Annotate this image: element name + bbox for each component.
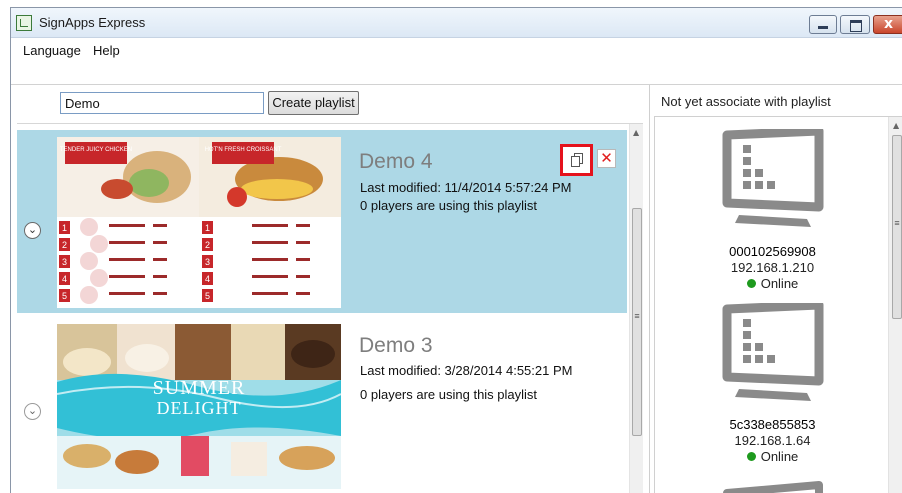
close-icon: x <box>884 16 894 32</box>
menu-text-line <box>131 258 145 261</box>
menu-bar: Language Help <box>11 38 902 63</box>
playlist-player-count: 0 players are using this playlist <box>360 198 538 213</box>
menu-number: 2 <box>62 240 67 250</box>
menu-text-line <box>153 241 167 244</box>
playlist-thumbnail: TENDER JUICY CHICKEN HOT'N FRESH CROISSA… <box>57 137 341 308</box>
scroll-up-arrow-icon[interactable]: ▲ <box>633 128 639 137</box>
player-status: Online <box>655 449 890 464</box>
menu-text-line <box>131 275 145 278</box>
menu-decoration <box>80 252 98 270</box>
menu-text-line <box>296 275 310 278</box>
menu-number: 5 <box>62 291 67 301</box>
monitor-icon <box>723 481 823 493</box>
playlist-last-modified: Last modified: 11/4/2014 5:57:24 PM <box>360 180 572 195</box>
menu-text-line <box>296 258 310 261</box>
delete-playlist-button[interactable]: ✕ <box>597 149 616 168</box>
thumb-title-line1: SUMMER <box>153 377 246 399</box>
menu-number: 4 <box>205 274 210 284</box>
playlist-name: Demo 4 <box>359 150 433 173</box>
menu-decoration <box>90 269 108 287</box>
menu-text-line <box>131 224 145 227</box>
scrollbar-thumb[interactable]: ≡ <box>632 208 642 436</box>
menu-number: 5 <box>205 291 210 301</box>
grip-icon: ≡ <box>634 311 640 321</box>
menu-text-line <box>274 275 288 278</box>
menu-divider <box>11 84 902 85</box>
scroll-up-arrow-icon[interactable]: ▲ <box>893 121 899 130</box>
menu-text-line <box>274 224 288 227</box>
thumb-tag-right: HOT'N FRESH CROISSANT <box>205 147 282 153</box>
player-status: Online <box>655 276 890 291</box>
playlist-player-count: 0 players are using this playlist <box>360 387 538 402</box>
menu-text-line <box>131 292 145 295</box>
menu-text-line <box>153 275 167 278</box>
playlist-name: Demo 3 <box>359 334 433 357</box>
playlist-scrollbar[interactable]: ▲ ≡ <box>629 124 643 493</box>
create-playlist-button[interactable]: Create playlist <box>268 91 359 115</box>
menu-language[interactable]: Language <box>23 43 81 58</box>
menu-number: 1 <box>205 223 210 233</box>
playlist-name-input[interactable] <box>60 92 264 114</box>
menu-text-line <box>296 292 310 295</box>
thumb-tag-left: TENDER JUICY CHICKEN <box>60 147 132 153</box>
scrollbar-thumb[interactable]: ≡ <box>892 135 902 319</box>
playlist-list: ⌄ TENDER JUICY CHICKEN HOT'N FRESH CROIS… <box>17 123 643 493</box>
window-title: SignApps Express <box>39 15 146 30</box>
menu-board-thumbnail-image: TENDER JUICY CHICKEN HOT'N FRESH CROISSA… <box>57 137 341 308</box>
unassigned-players-list: 000102569908 192.168.1.210 Online 5c338e… <box>654 116 902 493</box>
panel-divider <box>649 85 650 493</box>
menu-text-line <box>131 241 145 244</box>
app-logo-icon <box>16 15 32 31</box>
copy-icon <box>571 153 583 167</box>
menu-text-line <box>296 224 310 227</box>
menu-help[interactable]: Help <box>93 43 120 58</box>
menu-text-line <box>153 292 167 295</box>
menu-decoration <box>80 286 98 304</box>
player-ip: 192.168.1.64 <box>734 433 811 448</box>
player-status-text: Online <box>760 449 799 464</box>
chevron-down-icon[interactable]: ⌄ <box>24 222 41 239</box>
playlist-last-modified: Last modified: 3/28/2014 4:55:21 PM <box>360 363 573 378</box>
playlist-row-demo-3[interactable]: ⌄ SUMMER DELIGHT Demo 3 Last modified: 3… <box>17 317 627 493</box>
summer-delight-thumbnail-image: SUMMER DELIGHT <box>57 324 341 489</box>
menu-decoration <box>90 235 108 253</box>
menu-decoration <box>80 218 98 236</box>
thumb-title-line2: DELIGHT <box>157 398 242 418</box>
menu-number: 4 <box>62 274 67 284</box>
player-ip: 192.168.1.210 <box>730 260 815 275</box>
online-status-icon <box>746 279 756 288</box>
monitor-icon <box>722 129 824 227</box>
player-id: 5c338e855853 <box>729 417 816 432</box>
player-id: 000102569908 <box>729 244 816 259</box>
maximize-button[interactable] <box>840 15 870 34</box>
menu-text-line <box>274 241 288 244</box>
menu-number: 1 <box>62 223 67 233</box>
copy-playlist-button[interactable] <box>560 144 593 176</box>
menu-text-line <box>274 292 288 295</box>
playlist-thumbnail: SUMMER DELIGHT <box>57 324 341 489</box>
monitor-icon <box>722 303 824 401</box>
minimize-button[interactable] <box>809 15 837 34</box>
player-status-text: Online <box>760 276 799 291</box>
grip-icon: ≡ <box>894 218 900 228</box>
online-status-icon <box>746 452 756 461</box>
delete-icon: ✕ <box>600 149 613 167</box>
app-window: SignApps Express x Language Help Create … <box>10 7 902 493</box>
menu-text-line <box>274 258 288 261</box>
menu-text-line <box>153 224 167 227</box>
menu-number: 2 <box>205 240 210 250</box>
menu-text-line <box>153 258 167 261</box>
title-bar: SignApps Express x <box>11 8 902 38</box>
close-window-button[interactable]: x <box>873 15 902 34</box>
menu-number: 3 <box>62 257 67 267</box>
menu-number: 3 <box>205 257 210 267</box>
unassigned-players-header: Not yet associate with playlist <box>661 94 831 109</box>
menu-text-line <box>296 241 310 244</box>
chevron-down-icon[interactable]: ⌄ <box>24 403 41 420</box>
players-scrollbar[interactable]: ▲ ≡ <box>888 117 902 493</box>
playlist-row-demo-4[interactable]: ⌄ TENDER JUICY CHICKEN HOT'N FRESH CROIS… <box>17 130 627 313</box>
